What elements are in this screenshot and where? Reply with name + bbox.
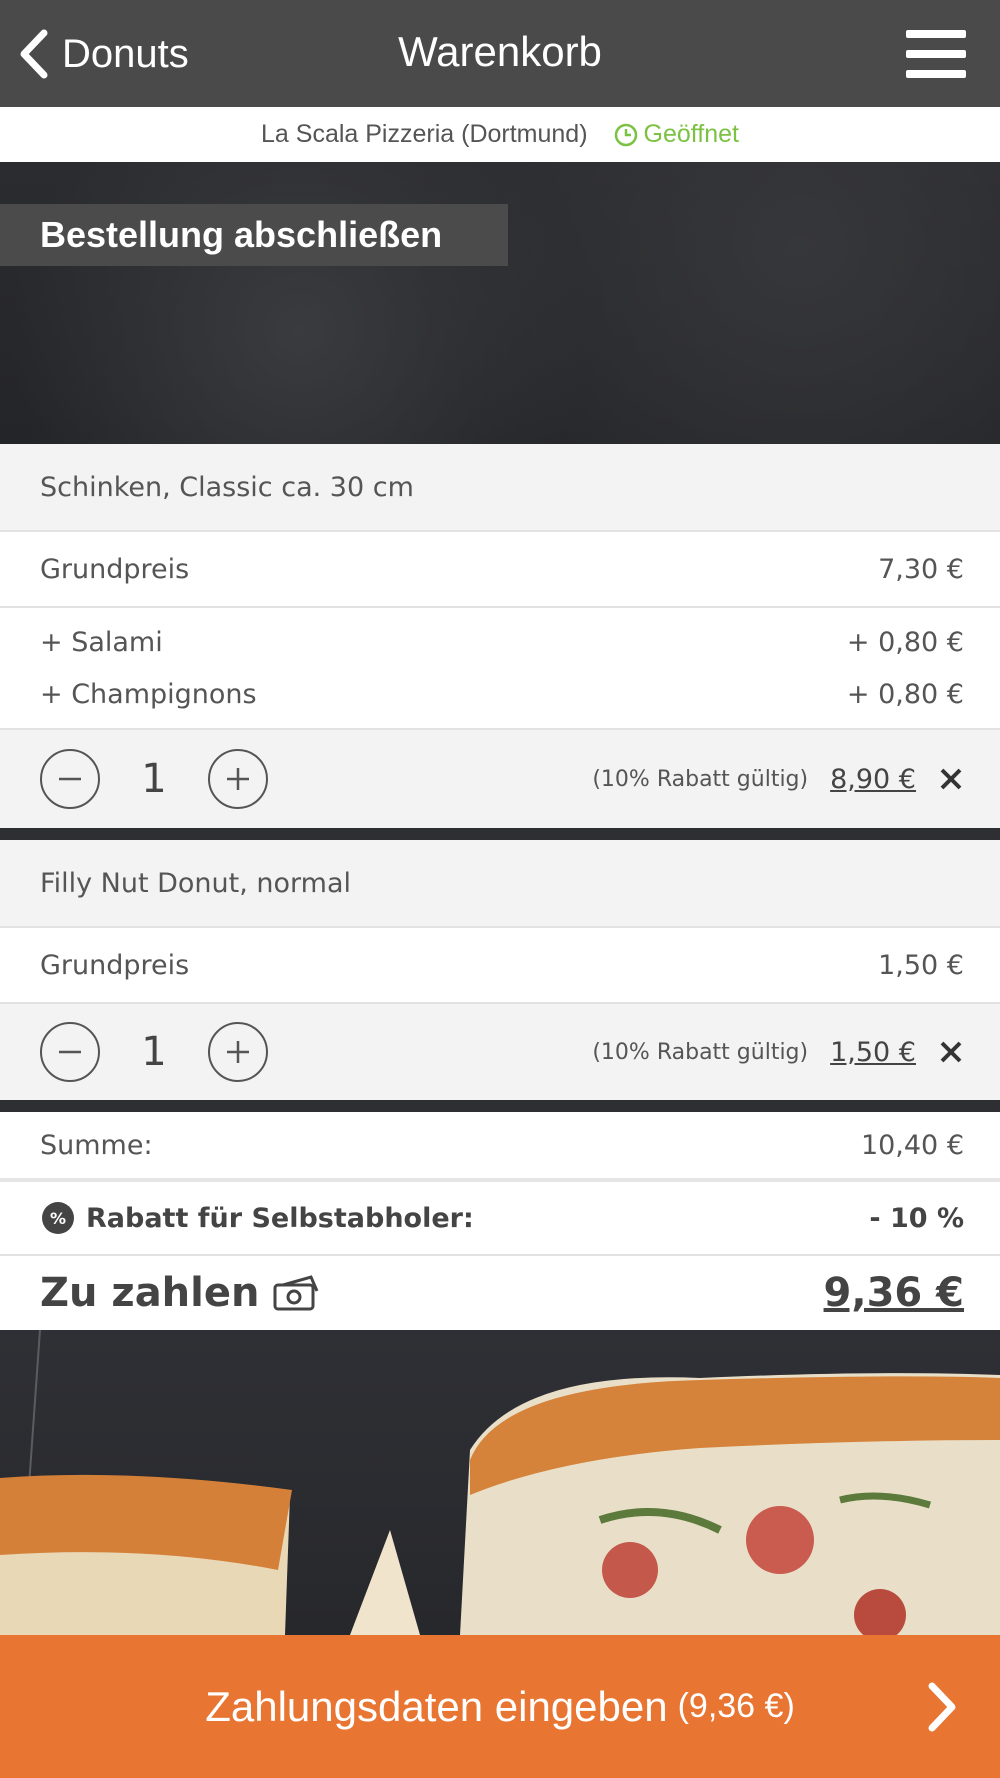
plus-icon (227, 768, 249, 790)
extra-item: + Salami + 0,80 € (0, 622, 1000, 662)
base-price-row: Grundpreis 1,50 € (0, 926, 1000, 1002)
extra-label: + Salami (40, 626, 163, 658)
total-row: Zu zahlen 9,36 € (0, 1254, 1000, 1330)
sum-row: Summe: 10,40 € (0, 1112, 1000, 1178)
decrease-quantity-button[interactable] (40, 749, 100, 809)
quantity-stepper: 1 (40, 1022, 268, 1082)
item-total-info: (10% Rabatt gültig) 8,90 € (592, 764, 964, 795)
discount-row: % Rabatt für Selbstabholer: - 10 % (0, 1178, 1000, 1254)
extra-price: + 0,80 € (846, 678, 964, 710)
quantity-stepper: 1 (40, 749, 268, 809)
store-status: Geöffnet (614, 120, 739, 149)
base-price-row: Grundpreis 7,30 € (0, 530, 1000, 606)
decrease-quantity-button[interactable] (40, 1022, 100, 1082)
page-title: Warenkorb (398, 28, 602, 75)
quantity-value: 1 (141, 1029, 167, 1075)
sum-label: Summe: (40, 1129, 153, 1161)
money-icon (273, 1275, 319, 1311)
base-price-label: Grundpreis (40, 553, 190, 585)
chevron-right-icon (928, 1682, 956, 1732)
minus-icon (59, 1050, 81, 1054)
quantity-value: 1 (141, 756, 167, 802)
quantity-row: 1 (10% Rabatt gültig) 8,90 € (0, 728, 1000, 828)
base-price-value: 7,30 € (878, 553, 964, 585)
extra-item: + Champignons + 0,80 € (0, 674, 1000, 714)
increase-quantity-button[interactable] (208, 749, 268, 809)
base-price-label: Grundpreis (40, 949, 190, 981)
extra-label: + Champignons (40, 678, 257, 710)
sum-value: 10,40 € (860, 1129, 964, 1161)
total-label: Zu zahlen (40, 1270, 260, 1316)
cta-amount: (9,36 €) (677, 1687, 795, 1725)
plus-icon (227, 1041, 249, 1063)
store-status-label: Geöffnet (643, 120, 739, 148)
hero-banner: Bestellung abschließen (0, 162, 1000, 444)
quantity-row: 1 (10% Rabatt gültig) 1,50 € (0, 1002, 1000, 1100)
discount-note: (10% Rabatt gültig) (592, 766, 809, 792)
item-total-info: (10% Rabatt gültig) 1,50 € (592, 1037, 964, 1068)
item-name: Filly Nut Donut, normal (40, 867, 352, 899)
base-price-value: 1,50 € (878, 949, 964, 981)
cart-item-name: Schinken, Classic ca. 30 cm (0, 444, 1000, 530)
enter-payment-button[interactable]: Zahlungsdaten eingeben (9,36 €) (0, 1635, 1000, 1778)
item-total: 8,90 € (830, 763, 916, 795)
discount-value: - 10 % (869, 1202, 964, 1234)
minus-icon (59, 777, 81, 781)
pizza-image (0, 1330, 1000, 1635)
top-nav-bar: Donuts Warenkorb (0, 0, 1000, 107)
close-icon[interactable] (938, 766, 964, 792)
store-info-bar: La Scala Pizzeria (Dortmund) Geöffnet (0, 107, 1000, 162)
section-heading: Bestellung abschließen (0, 204, 508, 266)
total-label-group: Zu zahlen (40, 1270, 321, 1316)
discount-label-group: % Rabatt für Selbstabholer: (40, 1200, 474, 1236)
item-name: Schinken, Classic ca. 30 cm (40, 471, 414, 503)
extras-list: + Salami + 0,80 € + Champignons + 0,80 € (0, 606, 1000, 730)
close-icon[interactable] (938, 1039, 964, 1065)
discount-label: Rabatt für Selbstabholer: (86, 1202, 474, 1234)
hamburger-menu-icon[interactable] (906, 30, 966, 80)
svg-text:%: % (50, 1209, 66, 1228)
cart-item-name: Filly Nut Donut, normal (0, 840, 1000, 926)
cta-label: Zahlungsdaten eingeben (205, 1682, 668, 1730)
percent-icon: % (42, 1202, 74, 1234)
increase-quantity-button[interactable] (208, 1022, 268, 1082)
extra-price: + 0,80 € (846, 626, 964, 658)
discount-note: (10% Rabatt gültig) (592, 1039, 809, 1065)
clock-icon (614, 123, 637, 146)
item-total: 1,50 € (830, 1036, 916, 1068)
total-value: 9,36 € (823, 1270, 964, 1316)
store-name: La Scala Pizzeria (Dortmund) (261, 120, 588, 148)
